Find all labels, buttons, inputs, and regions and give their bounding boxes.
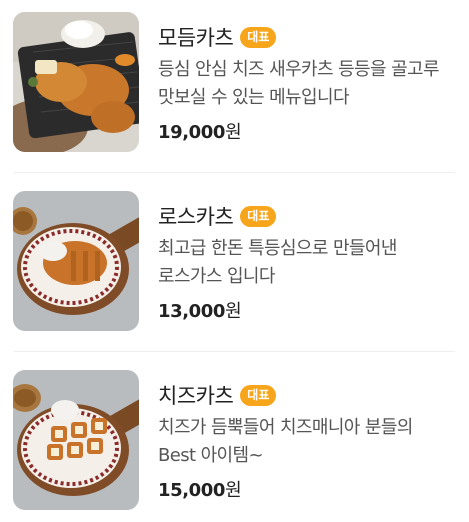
title-row: 치즈카츠 대표 (158, 380, 458, 410)
menu-item-loin-katsu[interactable]: 로스카츠 대표 최고급 한돈 특등심으로 만들어낸 로스가스 입니다 13,00… (0, 191, 469, 331)
menu-item-info: 치즈카츠 대표 치즈가 듬뿍들어 치즈매니아 분들의 Best 아이템~ 15,… (158, 380, 458, 502)
menu-item-assorted-katsu[interactable]: 모듬카츠 대표 등심 안심 치즈 새우카츠 등등을 골고루 맛보실 수 있는 메… (0, 12, 469, 152)
menu-item-info: 모듬카츠 대표 등심 안심 치즈 새우카츠 등등을 골고루 맛보실 수 있는 메… (158, 22, 458, 144)
price-amount: 15,000 (158, 480, 226, 501)
price-amount: 19,000 (158, 122, 226, 143)
signature-badge: 대표 (240, 384, 277, 406)
menu-item-cheese-katsu[interactable]: 치즈카츠 대표 치즈가 듬뿍들어 치즈매니아 분들의 Best 아이템~ 15,… (0, 370, 469, 510)
menu-item-price: 15,000원 (158, 476, 458, 502)
divider (14, 172, 455, 173)
menu-item-description: 치즈가 듬뿍들어 치즈매니아 분들의 Best 아이템~ (158, 417, 413, 466)
signature-badge: 대표 (240, 26, 277, 48)
title-row: 모듬카츠 대표 (158, 22, 458, 52)
price-unit: 원 (225, 301, 242, 322)
menu-item-image (13, 191, 139, 331)
menu-item-info: 로스카츠 대표 최고급 한돈 특등심으로 만들어낸 로스가스 입니다 13,00… (158, 201, 458, 323)
price-amount: 13,000 (158, 301, 226, 322)
menu-item-description: 등심 안심 치즈 새우카츠 등등을 골고루 맛보실 수 있는 메뉴입니다 (158, 59, 440, 108)
menu-item-image (13, 370, 139, 510)
price-unit: 원 (225, 480, 242, 501)
signature-badge: 대표 (240, 205, 277, 227)
menu-item-name: 로스카츠 (158, 205, 234, 229)
divider (14, 351, 455, 352)
menu-item-price: 19,000원 (158, 118, 458, 144)
menu-item-description: 최고급 한돈 특등심으로 만들어낸 로스가스 입니다 (158, 238, 397, 287)
title-row: 로스카츠 대표 (158, 201, 458, 231)
menu-item-name: 치즈카츠 (158, 384, 234, 408)
menu-item-price: 13,000원 (158, 297, 458, 323)
menu-item-image (13, 12, 139, 152)
price-unit: 원 (225, 122, 242, 143)
menu-item-name: 모듬카츠 (158, 26, 234, 50)
